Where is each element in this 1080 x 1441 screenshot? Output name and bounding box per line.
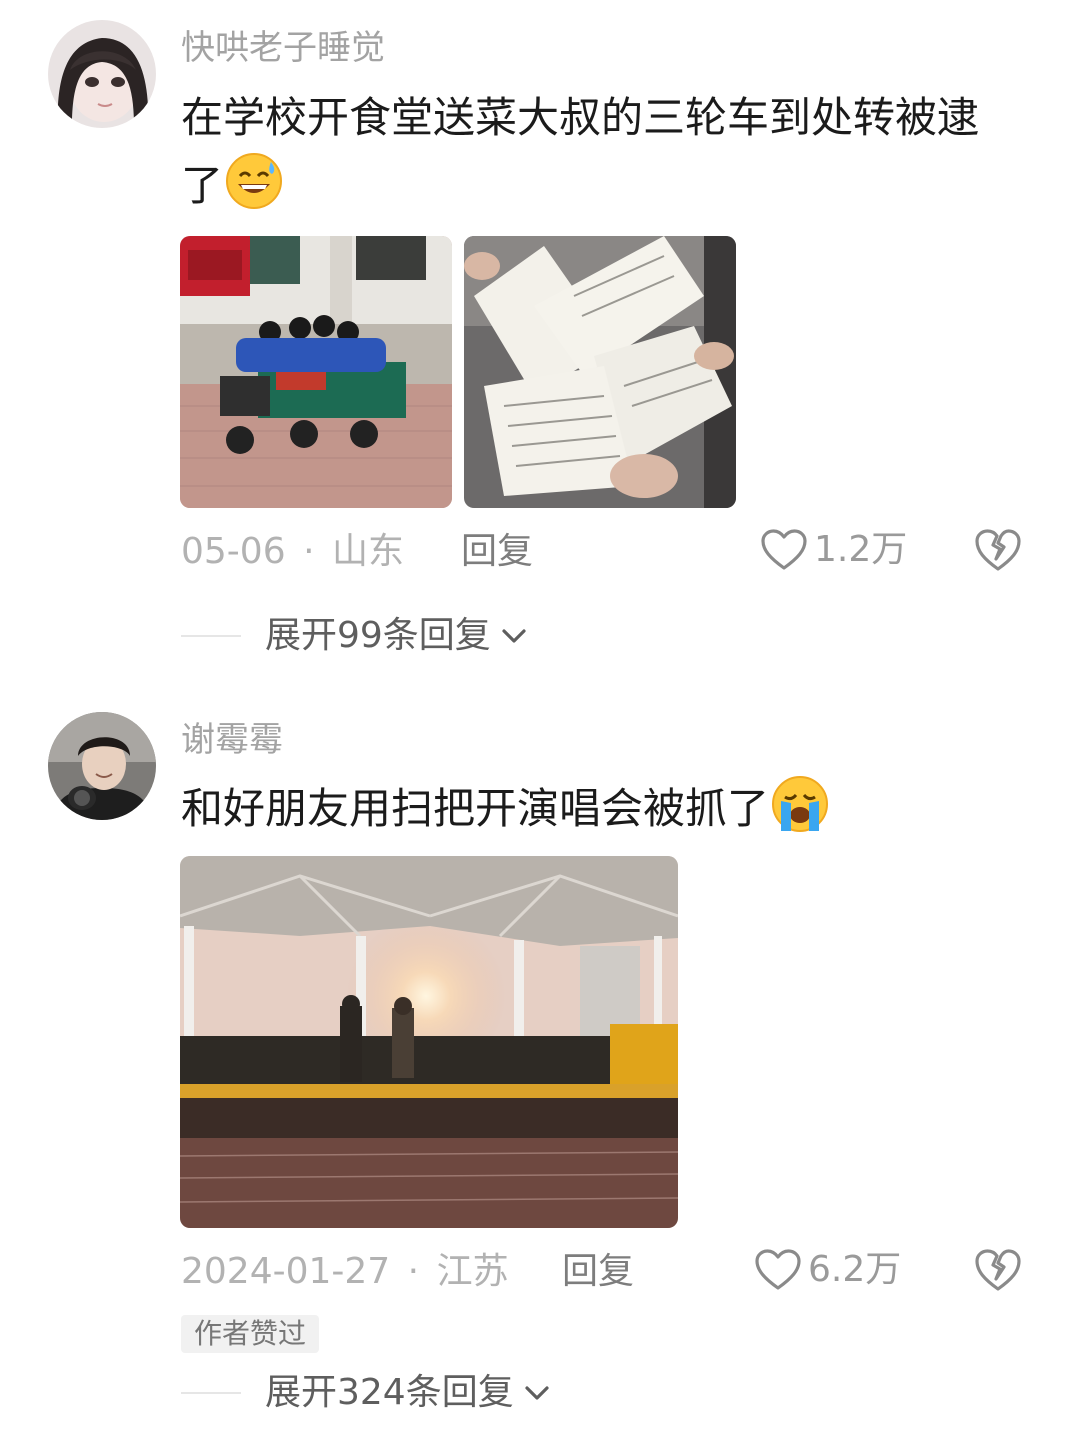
avatar[interactable]	[48, 712, 156, 820]
comment-meta: 05-06 · 山东	[181, 530, 404, 574]
divider-line	[181, 635, 241, 637]
heart-icon	[761, 529, 807, 570]
comment-location: 山东	[331, 531, 404, 572]
reply-button[interactable]: 回复	[461, 530, 533, 574]
comment-text: 在学校开食堂送菜大叔的三轮车到处转被逮了	[181, 84, 1011, 220]
author-liked-badge: 作者赞过	[181, 1315, 320, 1353]
heart-icon	[755, 1249, 801, 1290]
comment-text-content: 在学校开食堂送菜大叔的三轮车到处转被逮了	[181, 93, 980, 210]
comment-date: 05-06	[181, 531, 286, 572]
comment-meta: 2024-01-27 · 江苏	[181, 1250, 509, 1294]
reply-button[interactable]: 回复	[562, 1250, 634, 1294]
broken-heart-icon	[975, 529, 1021, 571]
expand-replies-label: 展开324条回复	[265, 1372, 514, 1413]
comment-text-content: 和好朋友用扫把开演唱会被抓了	[181, 784, 770, 833]
like-button[interactable]: 1.2万	[760, 528, 907, 572]
comment-date: 2024-01-27	[181, 1251, 391, 1292]
expand-replies-button[interactable]: 展开324条回复	[181, 1371, 552, 1415]
grinning-sweat-emoji-icon	[226, 153, 283, 209]
crying-emoji-icon	[772, 776, 829, 832]
broken-heart-icon	[975, 1249, 1021, 1291]
meta-separator: ·	[407, 1251, 420, 1292]
chevron-down-icon	[502, 629, 526, 643]
like-button[interactable]: 6.2万	[754, 1248, 901, 1292]
photo-tricycle[interactable]	[180, 236, 452, 508]
divider-line	[181, 1392, 241, 1394]
photo-stage-concert[interactable]	[180, 856, 678, 1228]
expand-replies-button[interactable]: 展开99条回复	[181, 614, 529, 658]
photo-papers[interactable]	[464, 236, 736, 508]
username[interactable]: 快哄老子睡觉	[181, 28, 385, 68]
dislike-button[interactable]	[974, 527, 1022, 577]
meta-separator: ·	[303, 531, 315, 572]
username[interactable]: 谢霉霉	[181, 720, 283, 760]
like-count: 6.2万	[808, 1249, 902, 1290]
avatar[interactable]	[48, 20, 156, 128]
chevron-down-icon	[525, 1386, 549, 1400]
comment-location: 江苏	[436, 1251, 509, 1292]
comment-text: 和好朋友用扫把开演唱会被抓了	[181, 775, 1011, 843]
expand-replies-label: 展开99条回复	[265, 615, 491, 656]
dislike-button[interactable]	[974, 1247, 1022, 1297]
like-count: 1.2万	[814, 529, 908, 570]
